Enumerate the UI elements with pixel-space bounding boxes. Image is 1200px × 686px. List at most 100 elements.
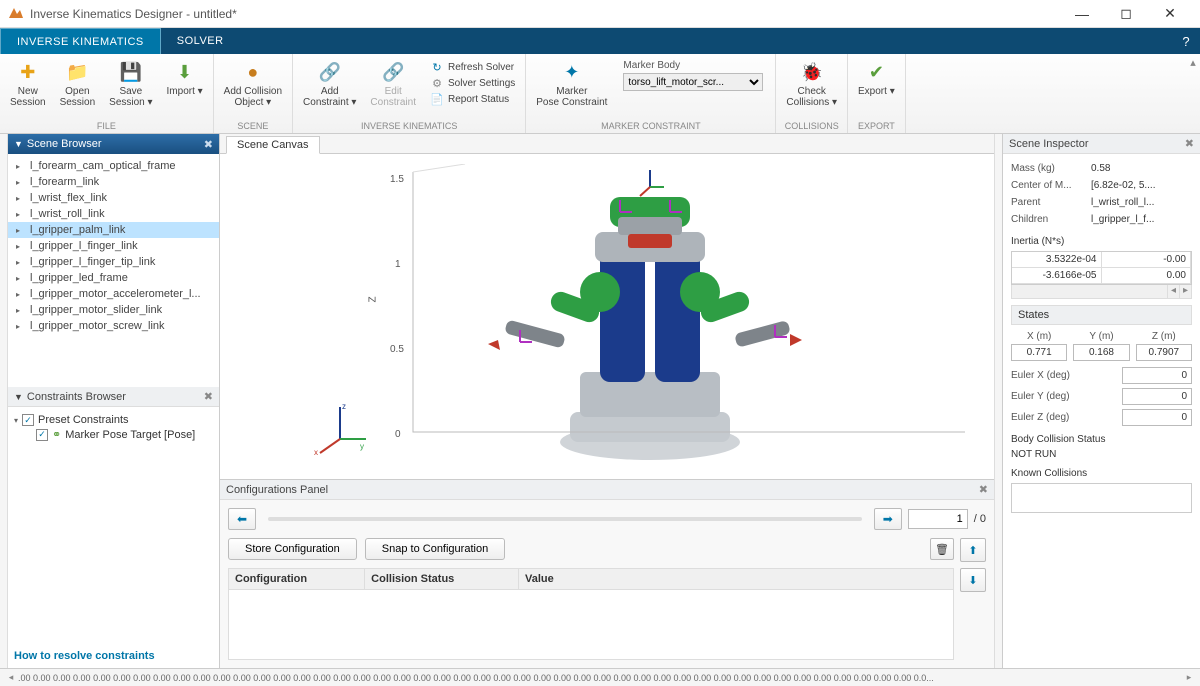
sphere-icon: ●	[241, 60, 265, 84]
checkbox-icon[interactable]: ✓	[22, 414, 34, 426]
marker-pose-target-node[interactable]: ✓⚭Marker Pose Target [Pose]	[14, 427, 213, 442]
config-next-button[interactable]: ➡	[874, 508, 902, 530]
axes-triad-icon: z y x	[310, 399, 370, 459]
gear-icon: ⚙	[430, 76, 444, 90]
tree-node[interactable]: ▸l_gripper_motor_accelerometer_l...	[8, 286, 219, 302]
scene-inspector-header[interactable]: Scene Inspector✖	[1003, 134, 1200, 154]
scroll-left-icon[interactable]: ◂	[1167, 285, 1179, 298]
refresh-solver-button[interactable]: ↻Refresh Solver	[430, 60, 515, 74]
status-bar: ◂ .00 0.00 0.00 0.00 0.00 0.00 0.00 0.00…	[0, 668, 1200, 686]
move-down-button[interactable]: ⬇	[960, 568, 986, 592]
status-scroll-left-icon[interactable]: ◂	[4, 672, 18, 683]
snap-to-configuration-button[interactable]: Snap to Configuration	[365, 538, 505, 560]
minimize-button[interactable]: —	[1060, 0, 1104, 28]
marker-body-select[interactable]: torso_lift_motor_scr...	[623, 73, 763, 91]
state-x-input[interactable]: 0.771	[1011, 344, 1067, 361]
chain-icon: 🔗	[318, 60, 342, 84]
euler-z-input[interactable]: 0	[1122, 409, 1192, 426]
z-axis-label: Z	[368, 296, 379, 302]
save-icon: 💾	[119, 60, 143, 84]
store-configuration-button[interactable]: Store Configuration	[228, 538, 357, 560]
canvas-tabbar: Scene Canvas	[220, 134, 994, 154]
save-session-button[interactable]: 💾SaveSession ▾	[105, 58, 156, 120]
constraints-browser: ▾✓Preset Constraints ✓⚭Marker Pose Targe…	[8, 407, 219, 644]
help-icon[interactable]: ?	[1172, 28, 1200, 54]
import-button[interactable]: ⬇Import ▾	[163, 58, 207, 120]
delete-configuration-button[interactable]: 🗑	[930, 538, 954, 560]
robot-graphic	[450, 162, 950, 462]
check-icon: ✔	[864, 60, 888, 84]
state-z-input[interactable]: 0.7907	[1136, 344, 1192, 361]
ribbon: ✚NewSession 📁OpenSession 💾SaveSession ▾ …	[0, 54, 1200, 134]
solver-settings-button[interactable]: ⚙Solver Settings	[430, 76, 515, 90]
add-collision-object-button[interactable]: ●Add CollisionObject ▾	[220, 58, 286, 120]
resolve-constraints-link[interactable]: How to resolve constraints	[8, 644, 219, 668]
toolstrip-tabs: INVERSE KINEMATICS SOLVER ?	[0, 28, 1200, 54]
configurations-panel-header[interactable]: Configurations Panel✖	[220, 480, 994, 500]
open-session-button[interactable]: 📁OpenSession	[56, 58, 100, 120]
config-slider[interactable]	[268, 517, 862, 521]
move-up-button[interactable]: ⬆	[960, 538, 986, 562]
left-dockbar[interactable]	[0, 134, 8, 668]
tree-node[interactable]: ▸l_gripper_motor_slider_link	[8, 302, 219, 318]
ribbon-collapse-icon[interactable]: ▴	[1186, 54, 1200, 133]
euler-x-input[interactable]: 0	[1122, 367, 1192, 384]
state-y-input[interactable]: 0.168	[1073, 344, 1129, 361]
right-dockbar[interactable]	[994, 134, 1002, 668]
marker-pose-constraint-button[interactable]: ✦MarkerPose Constraint	[532, 58, 611, 120]
chain-edit-icon: 🔗	[381, 60, 405, 84]
edit-constraint-button[interactable]: 🔗EditConstraint	[366, 58, 420, 120]
inspector-close-icon[interactable]: ✖	[1185, 137, 1194, 150]
tree-node[interactable]: ▸l_wrist_flex_link	[8, 190, 219, 206]
marker-icon: ✦	[560, 60, 584, 84]
constraint-icon: ⚭	[52, 428, 61, 441]
scene-browser-tree[interactable]: ▸l_forearm_cam_optical_frame▸l_forearm_l…	[8, 154, 219, 387]
tab-solver[interactable]: SOLVER	[161, 28, 240, 54]
scroll-right-icon[interactable]: ▸	[1179, 285, 1191, 298]
scene-canvas[interactable]: Z 1.5 1 0.5 0	[220, 154, 994, 479]
constraints-browser-close-icon[interactable]: ✖	[204, 390, 213, 403]
refresh-icon: ↻	[430, 60, 444, 74]
scene-browser-header[interactable]: ▼Scene Browser✖	[8, 134, 219, 154]
tree-node[interactable]: ▸l_gripper_palm_link	[8, 222, 219, 238]
scene-canvas-tab[interactable]: Scene Canvas	[226, 136, 320, 154]
collision-status-value: NOT RUN	[1011, 449, 1192, 460]
config-index-input[interactable]	[908, 509, 968, 529]
close-button[interactable]: ✕	[1148, 0, 1192, 28]
app-logo-icon	[8, 6, 24, 22]
plus-icon: ✚	[16, 60, 40, 84]
tree-node[interactable]: ▸l_wrist_roll_link	[8, 206, 219, 222]
config-total-label: / 0	[974, 513, 986, 525]
maximize-button[interactable]: ◻	[1104, 0, 1148, 28]
scene-inspector: Mass (kg)0.58 Center of M...[6.82e-02, 5…	[1003, 154, 1200, 668]
config-prev-button[interactable]: ⬅	[228, 508, 256, 530]
checkbox-icon[interactable]: ✓	[36, 429, 48, 441]
marker-body-label: Marker Body	[623, 60, 763, 71]
import-icon: ⬇	[173, 60, 197, 84]
report-icon: 📄	[430, 92, 444, 106]
add-constraint-button[interactable]: 🔗AddConstraint ▾	[299, 58, 360, 120]
export-button[interactable]: ✔Export ▾	[854, 58, 899, 120]
known-collisions-box[interactable]	[1011, 483, 1192, 513]
euler-y-input[interactable]: 0	[1122, 388, 1192, 405]
constraints-browser-header[interactable]: ▼Constraints Browser✖	[8, 387, 219, 407]
folder-icon: 📁	[65, 60, 89, 84]
preset-constraints-node[interactable]: ▾✓Preset Constraints	[14, 413, 213, 427]
tree-node[interactable]: ▸l_gripper_led_frame	[8, 270, 219, 286]
tree-node[interactable]: ▸l_gripper_motor_screw_link	[8, 318, 219, 334]
tab-inverse-kinematics[interactable]: INVERSE KINEMATICS	[0, 28, 161, 54]
svg-text:z: z	[342, 402, 346, 411]
tree-node[interactable]: ▸l_gripper_l_finger_link	[8, 238, 219, 254]
new-session-button[interactable]: ✚NewSession	[6, 58, 50, 120]
check-collisions-button[interactable]: 🐞CheckCollisions ▾	[782, 58, 841, 120]
tree-node[interactable]: ▸l_forearm_link	[8, 174, 219, 190]
states-header: States	[1011, 305, 1192, 325]
configurations-table[interactable]: ConfigurationCollision StatusValue	[228, 568, 954, 590]
inertia-table[interactable]: 3.5322e-04-0.00 -3.6166e-050.00	[1011, 251, 1192, 285]
report-status-button[interactable]: 📄Report Status	[430, 92, 515, 106]
status-scroll-right-icon[interactable]: ▸	[1182, 672, 1196, 683]
scene-browser-close-icon[interactable]: ✖	[204, 138, 213, 151]
configurations-close-icon[interactable]: ✖	[979, 483, 988, 496]
tree-node[interactable]: ▸l_forearm_cam_optical_frame	[8, 158, 219, 174]
tree-node[interactable]: ▸l_gripper_l_finger_tip_link	[8, 254, 219, 270]
